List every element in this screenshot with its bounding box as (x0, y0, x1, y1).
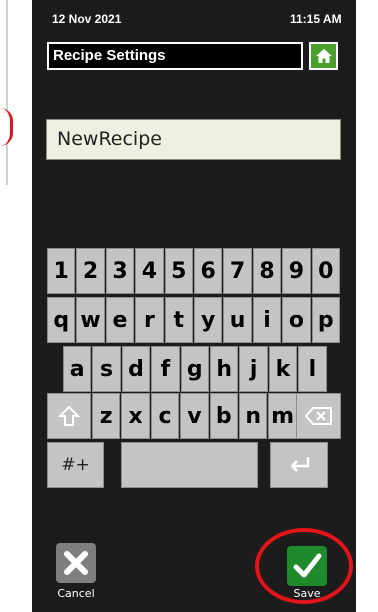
left-window-edge (0, 0, 8, 185)
key-v[interactable]: v (180, 393, 209, 439)
key-4[interactable]: 4 (135, 248, 164, 294)
key-g[interactable]: g (180, 346, 209, 392)
key-w[interactable]: w (76, 297, 105, 343)
key-s[interactable]: s (92, 346, 121, 392)
status-time: 11:15 AM (290, 12, 342, 26)
key-x[interactable]: x (121, 393, 150, 439)
cancel-label: Cancel (57, 587, 95, 600)
key-u[interactable]: u (223, 297, 252, 343)
key-l[interactable]: l (298, 346, 327, 392)
key-i[interactable]: i (252, 297, 282, 343)
shift-icon (58, 405, 80, 426)
key-t[interactable]: t (164, 297, 193, 343)
shift-key[interactable] (47, 393, 91, 439)
key-j[interactable]: j (239, 346, 268, 392)
key-m[interactable]: m (268, 393, 297, 439)
recipe-name-input[interactable]: NewRecipe (46, 119, 341, 160)
highlight-circle (255, 528, 353, 604)
key-k[interactable]: k (268, 346, 298, 392)
key-1[interactable]: 1 (47, 248, 76, 294)
symbols-key[interactable]: #+ (47, 442, 104, 488)
key-p[interactable]: p (311, 297, 340, 343)
key-o[interactable]: o (282, 297, 311, 343)
key-3[interactable]: 3 (105, 248, 135, 294)
backspace-icon (304, 407, 332, 425)
key-5[interactable]: 5 (164, 248, 193, 294)
title-bar: Recipe Settings (47, 42, 303, 70)
cancel-button[interactable] (56, 543, 96, 583)
key-y[interactable]: y (194, 297, 223, 343)
key-9[interactable]: 9 (282, 248, 311, 294)
annotation-marker (0, 108, 13, 146)
close-icon (64, 551, 88, 575)
key-r[interactable]: r (135, 297, 164, 343)
home-icon (315, 49, 332, 63)
backspace-key[interactable] (296, 393, 341, 439)
key-b[interactable]: b (209, 393, 238, 439)
key-e[interactable]: e (105, 297, 135, 343)
home-button[interactable] (309, 42, 338, 70)
key-0[interactable]: 0 (311, 248, 340, 294)
key-8[interactable]: 8 (252, 248, 282, 294)
key-n[interactable]: n (239, 393, 268, 439)
key-7[interactable]: 7 (223, 248, 252, 294)
key-a[interactable]: a (63, 346, 92, 392)
key-q[interactable]: q (47, 297, 76, 343)
key-2[interactable]: 2 (76, 248, 105, 294)
space-key[interactable] (121, 442, 258, 488)
key-d[interactable]: d (121, 346, 151, 392)
status-date: 12 Nov 2021 (52, 12, 122, 26)
key-h[interactable]: h (210, 346, 239, 392)
key-6[interactable]: 6 (194, 248, 223, 294)
page-title: Recipe Settings (53, 47, 166, 64)
key-c[interactable]: c (150, 393, 180, 439)
enter-icon (291, 457, 310, 472)
enter-key[interactable] (270, 442, 328, 488)
key-f[interactable]: f (151, 346, 180, 392)
key-z[interactable]: z (92, 393, 121, 439)
